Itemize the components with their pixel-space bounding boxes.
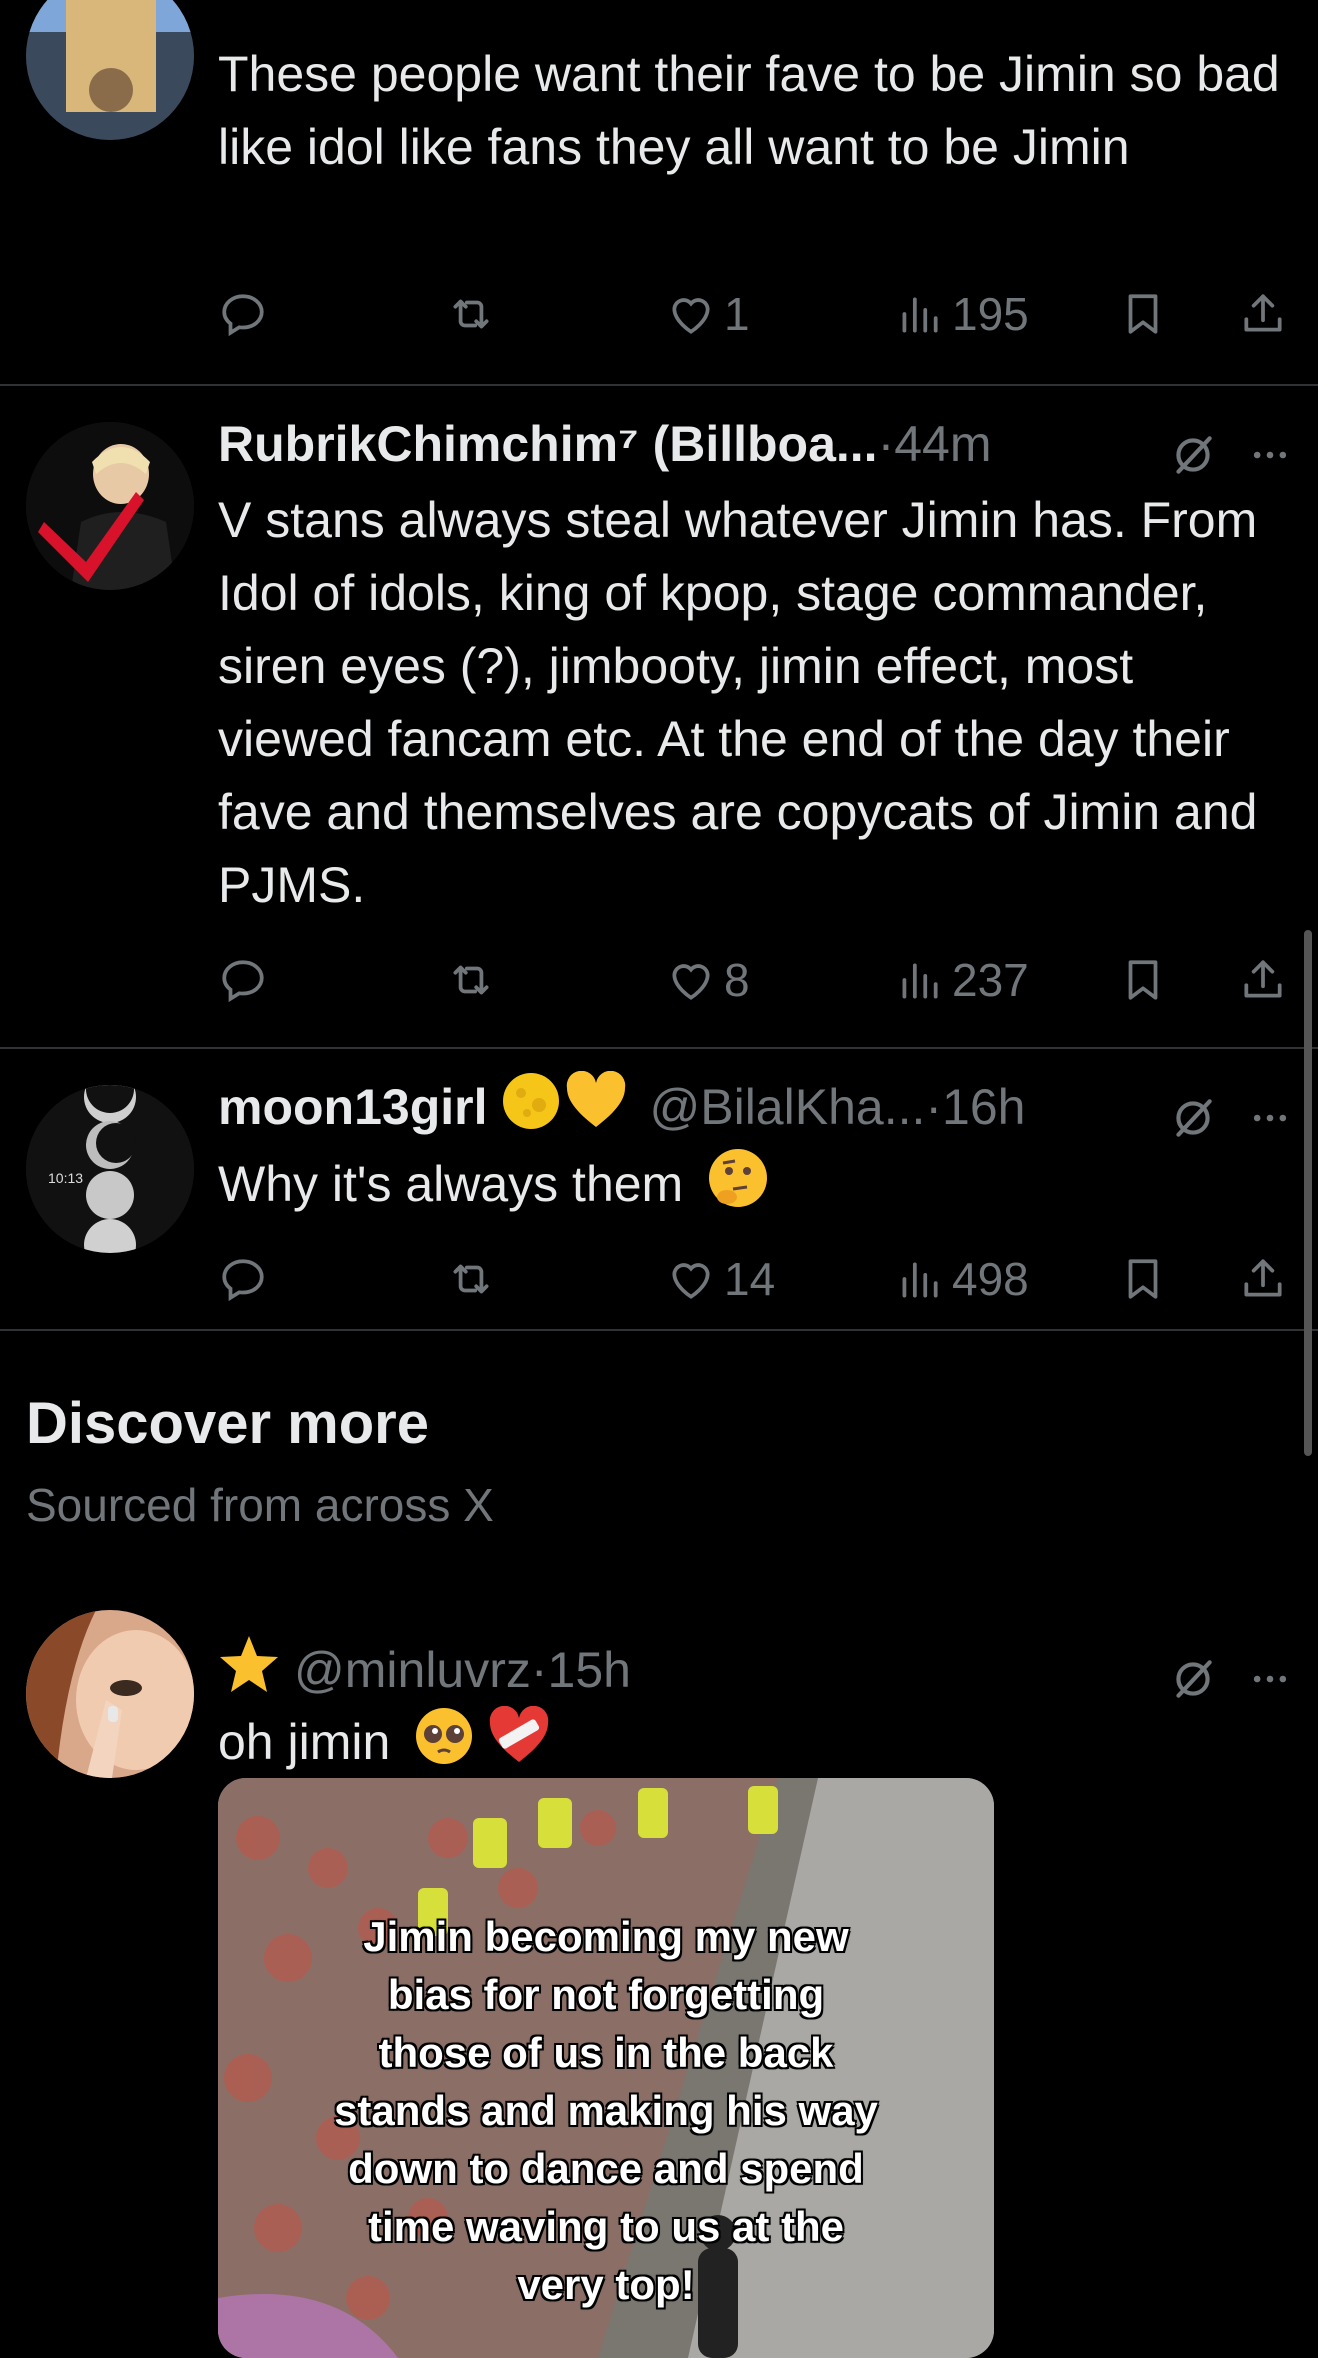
- mending-heart-emoji-icon: [488, 1705, 550, 1786]
- share-icon: [1238, 1254, 1288, 1304]
- timestamp[interactable]: ·15h: [531, 1641, 631, 1699]
- like-count: 8: [724, 954, 750, 1006]
- view-count: 237: [952, 954, 1029, 1006]
- reply-icon: [218, 1254, 268, 1304]
- bookmark-icon: [1118, 955, 1168, 1005]
- share-button[interactable]: [1238, 284, 1288, 344]
- avatar[interactable]: [26, 422, 194, 590]
- avatar[interactable]: [26, 1610, 194, 1778]
- heart-icon: [666, 1254, 716, 1304]
- tweet-2[interactable]: RubrikChimchim⁷ (Billboa... ·44m V stans…: [0, 386, 1318, 1046]
- retweet-button[interactable]: [446, 284, 496, 344]
- tweet-body: V stans always steal whatever Jimin has.…: [218, 492, 1258, 913]
- tweet-top-actions: [1168, 1093, 1292, 1143]
- more-icon[interactable]: [1248, 433, 1292, 477]
- like-button[interactable]: 1: [666, 284, 750, 344]
- like-count: 14: [724, 1253, 776, 1305]
- share-button[interactable]: [1238, 1249, 1288, 1309]
- display-name[interactable]: RubrikChimchim⁷ (Billboa...: [218, 415, 878, 473]
- moon-emoji-icon: [501, 1071, 561, 1143]
- yellow-heart-icon: [565, 1070, 627, 1143]
- reply-icon: [218, 955, 268, 1005]
- retweet-button[interactable]: [446, 1249, 496, 1309]
- share-button[interactable]: [1238, 950, 1288, 1010]
- share-icon: [1238, 955, 1288, 1005]
- heart-icon: [666, 955, 716, 1005]
- share-icon: [1238, 289, 1288, 339]
- like-button[interactable]: 8: [666, 950, 750, 1010]
- bookmark-button[interactable]: [1118, 284, 1168, 344]
- more-icon[interactable]: [1248, 1657, 1292, 1701]
- tweet-body: These people want their fave to be Jimin…: [218, 46, 1280, 175]
- views-button[interactable]: 498: [894, 1249, 1029, 1309]
- discover-tweet[interactable]: @minluvrz ·15h oh jimin Jimin becoming m…: [0, 1610, 1318, 2358]
- heart-icon: [666, 289, 716, 339]
- tweet-media[interactable]: Jimin becoming my new bias for not forge…: [218, 1778, 994, 2358]
- timestamp[interactable]: ·44m: [878, 415, 992, 473]
- retweet-button[interactable]: [446, 950, 496, 1010]
- grok-icon[interactable]: [1168, 1654, 1218, 1704]
- timestamp[interactable]: ·16h: [925, 1078, 1025, 1136]
- tweet-1[interactable]: These people want their fave to be Jimin…: [0, 0, 1318, 384]
- user-handle[interactable]: @BilalKha...: [649, 1078, 925, 1136]
- tweet-actions: 14 498: [218, 1249, 1298, 1309]
- tweet-3[interactable]: 10:13 moon13girl @BilalKha... ·16h Why i…: [0, 1049, 1318, 1329]
- thinking-face-emoji-icon: [707, 1147, 769, 1229]
- tweet-body: oh jimin: [218, 1705, 1298, 1786]
- tweet-header: @minluvrz ·15h: [218, 1636, 631, 1702]
- views-icon: [894, 289, 944, 339]
- media-caption: Jimin becoming my new bias for not forge…: [333, 1912, 879, 2309]
- avatar[interactable]: 10:13: [26, 1085, 194, 1253]
- pleading-face-emoji-icon: [414, 1706, 474, 1786]
- reply-button[interactable]: [218, 1249, 268, 1309]
- bookmark-icon: [1118, 1254, 1168, 1304]
- reply-button[interactable]: [218, 284, 268, 344]
- retweet-icon: [446, 289, 496, 339]
- tweet-top-actions: [1168, 1654, 1292, 1704]
- reply-icon: [218, 289, 268, 339]
- retweet-icon: [446, 1254, 496, 1304]
- bookmark-button[interactable]: [1118, 1249, 1168, 1309]
- bookmark-button[interactable]: [1118, 950, 1168, 1010]
- divider: [0, 1329, 1318, 1331]
- like-button[interactable]: 14: [666, 1249, 775, 1309]
- tweet-header: RubrikChimchim⁷ (Billboa... ·44m: [218, 412, 992, 476]
- grok-icon[interactable]: [1168, 1093, 1218, 1143]
- like-count: 1: [724, 288, 750, 340]
- tweet-top-actions: [1168, 430, 1292, 480]
- tweet-actions: 1 195: [218, 284, 1298, 344]
- tweet-header: moon13girl @BilalKha... ·16h: [218, 1070, 1025, 1139]
- view-count: 195: [952, 288, 1029, 340]
- views-icon: [894, 955, 944, 1005]
- user-handle[interactable]: @minluvrz: [294, 1641, 531, 1699]
- more-icon[interactable]: [1248, 1096, 1292, 1140]
- views-button[interactable]: 237: [894, 950, 1029, 1010]
- display-name[interactable]: moon13girl: [218, 1078, 487, 1136]
- scrollbar[interactable]: [1304, 930, 1312, 1456]
- discover-subtitle: Sourced from across X: [26, 1479, 494, 1531]
- views-button[interactable]: 195: [894, 284, 1029, 344]
- bookmark-icon: [1118, 289, 1168, 339]
- grok-icon[interactable]: [1168, 430, 1218, 480]
- retweet-icon: [446, 955, 496, 1005]
- tweet-actions: 8 237: [218, 950, 1298, 1010]
- star-icon: [218, 1634, 280, 1706]
- tweet-body: Why it's always them: [218, 1147, 1298, 1229]
- tweet-body-text: oh jimin: [218, 1714, 391, 1771]
- view-count: 498: [952, 1253, 1029, 1305]
- discover-title: Discover more: [26, 1391, 429, 1456]
- avatar-time-text: 10:13: [48, 1170, 83, 1186]
- reply-button[interactable]: [218, 950, 268, 1010]
- tweet-body-text: Why it's always them: [218, 1156, 684, 1213]
- avatar[interactable]: [26, 0, 194, 140]
- views-icon: [894, 1254, 944, 1304]
